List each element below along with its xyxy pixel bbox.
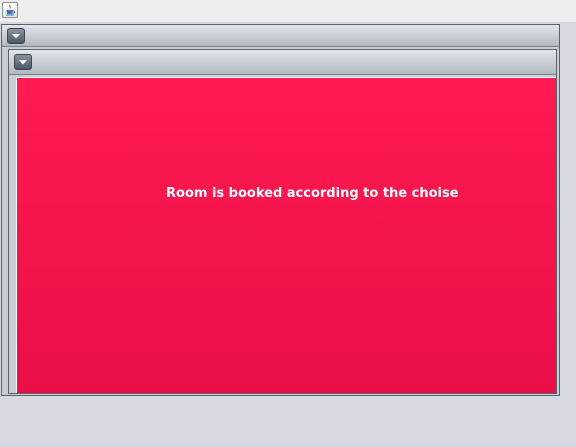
inner-frame-title-bar[interactable] — [9, 50, 556, 75]
outer-frame-menu-button[interactable] — [7, 28, 25, 44]
inner-internal-frame — [8, 49, 557, 394]
java-cup-icon[interactable] — [2, 2, 18, 18]
booking-status-panel — [16, 77, 556, 393]
booking-status-message: Room is booked according to the choise — [166, 186, 459, 201]
outer-internal-frame — [1, 24, 560, 396]
inner-frame-menu-button[interactable] — [14, 54, 32, 70]
window-title-bar — [0, 0, 576, 22]
outer-frame-title-bar[interactable] — [2, 25, 559, 47]
